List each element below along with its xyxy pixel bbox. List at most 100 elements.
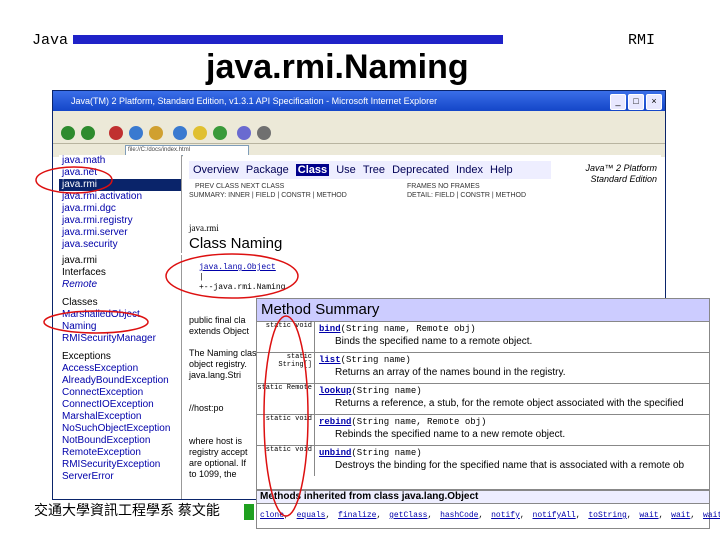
forward-icon[interactable] — [81, 126, 95, 140]
stop-icon[interactable] — [109, 126, 123, 140]
nav-use[interactable]: Use — [336, 164, 356, 176]
inherited-method-link[interactable]: hashCode — [440, 511, 478, 520]
package-item[interactable]: java.net — [59, 167, 181, 179]
nav-help[interactable]: Help — [490, 164, 513, 176]
nav-tree[interactable]: Tree — [363, 164, 385, 176]
home-icon[interactable] — [149, 126, 163, 140]
desc-line — [189, 425, 257, 436]
desc-line: java.lang.Stri — [189, 370, 242, 380]
frame-package-name: java.rmi — [62, 255, 98, 266]
inherited-method-link[interactable]: finalize — [338, 511, 376, 520]
desc-line — [189, 337, 257, 348]
exception-item[interactable]: MarshalException — [59, 411, 181, 423]
desc-line — [189, 381, 257, 392]
inherited-method-link[interactable]: notifyAll — [533, 511, 576, 520]
exception-item[interactable]: RemoteException — [59, 447, 181, 459]
exception-item[interactable]: NoSuchObjectException — [59, 423, 181, 435]
inherited-method-link[interactable]: getClass — [389, 511, 427, 520]
method-modifier: static void — [257, 446, 315, 476]
exception-item[interactable]: AccessException — [59, 363, 181, 375]
doc-class-title: Class Naming — [189, 235, 283, 252]
prev-next-links[interactable]: PREV CLASS NEXT CLASS — [195, 183, 284, 190]
nav-index[interactable]: Index — [456, 164, 483, 176]
method-params: (String name, Remote obj) — [340, 324, 476, 334]
hierarchy-root[interactable]: java.lang.Object — [199, 263, 285, 273]
package-item[interactable]: java.rmi.dgc — [59, 203, 181, 215]
close-button[interactable]: × — [646, 94, 662, 110]
package-item[interactable]: java.rmi.activation — [59, 191, 181, 203]
inherited-method-link[interactable]: equals — [297, 511, 326, 520]
back-icon[interactable] — [61, 126, 75, 140]
package-item[interactable]: java.math — [59, 155, 181, 167]
exception-item[interactable]: ConnectIOException — [59, 399, 181, 411]
desc-line: object registry. — [189, 359, 247, 369]
method-params: (String name) — [351, 386, 422, 396]
inherited-method-link[interactable]: clone — [260, 511, 284, 520]
desc-line: to 1099, the — [189, 469, 237, 479]
inherited-methods-list: clone, equals, finalize, getClass, hashC… — [256, 503, 720, 529]
method-description: Destroys the binding for the specified n… — [335, 460, 685, 471]
history-icon[interactable] — [213, 126, 227, 140]
exception-item[interactable]: NotBoundException — [59, 435, 181, 447]
exception-item[interactable]: RMISecurityException — [59, 459, 181, 471]
package-item[interactable]: java.security — [59, 239, 181, 251]
exception-item[interactable]: ServerError — [59, 471, 181, 483]
desc-line: extends Object — [189, 326, 250, 336]
inherited-method-link[interactable]: toString — [588, 511, 626, 520]
method-name-link[interactable]: unbind — [319, 448, 351, 458]
browser-toolbar — [53, 123, 665, 144]
method-name-link[interactable]: list — [319, 355, 341, 365]
inherited-method-link[interactable]: notify — [491, 511, 520, 520]
method-modifier: static Remote — [257, 384, 315, 414]
method-summary-heading: Method Summary — [261, 301, 380, 318]
print-icon[interactable] — [257, 126, 271, 140]
nav-deprecated[interactable]: Deprecated — [392, 164, 449, 176]
slide-right-label: RMI — [628, 32, 656, 49]
exception-item[interactable]: ConnectException — [59, 387, 181, 399]
class-hierarchy: java.lang.Object | +--java.rmi.Naming — [199, 263, 285, 293]
package-item[interactable]: java.rmi.server — [59, 227, 181, 239]
method-params: (String name) — [351, 448, 422, 458]
method-description: Binds the specified name to a remote obj… — [335, 336, 533, 347]
detail-links[interactable]: DETAIL: FIELD | CONSTR | METHOD — [407, 192, 526, 199]
class-description: public final cla extends Object The Nami… — [189, 315, 257, 480]
method-name-link[interactable]: lookup — [319, 386, 351, 396]
method-params: (String name, Remote obj) — [351, 417, 487, 427]
mail-icon[interactable] — [237, 126, 251, 140]
platform-label: Java™ 2 Platform Standard Edition — [585, 163, 657, 184]
frames-links[interactable]: FRAMES NO FRAMES — [407, 183, 480, 190]
interface-item[interactable]: Remote — [59, 279, 181, 291]
browser-titlebar: Java(TM) 2 Platform, Standard Edition, v… — [53, 91, 665, 111]
method-params: (String name) — [340, 355, 411, 365]
maximize-button[interactable]: □ — [628, 94, 644, 110]
class-item[interactable]: RMISecurityManager — [59, 333, 181, 345]
package-item-selected[interactable]: java.rmi — [59, 179, 181, 191]
inherited-methods-heading: Methods inherited from class java.lang.O… — [256, 490, 710, 504]
favorites-icon[interactable] — [193, 126, 207, 140]
inherited-method-link[interactable]: wait — [671, 511, 690, 520]
method-description: Returns an array of the names bound in t… — [335, 367, 566, 378]
menu-bar[interactable] — [53, 111, 665, 123]
desc-line — [189, 392, 257, 403]
method-name-link[interactable]: rebind — [319, 417, 351, 427]
nav-overview[interactable]: Overview — [193, 164, 239, 176]
exception-item[interactable]: AlreadyBoundException — [59, 375, 181, 387]
inherited-method-link[interactable]: wait — [639, 511, 658, 520]
inherited-title: Methods inherited from class java.lang.O… — [260, 491, 479, 502]
search-icon[interactable] — [173, 126, 187, 140]
nav-package[interactable]: Package — [246, 164, 289, 176]
summary-links[interactable]: SUMMARY: INNER | FIELD | CONSTR | METHOD — [189, 192, 347, 199]
method-name-link[interactable]: bind — [319, 324, 341, 334]
refresh-icon[interactable] — [129, 126, 143, 140]
desc-line: where host is — [189, 436, 243, 446]
minimize-button[interactable]: _ — [610, 94, 626, 110]
slide-left-label: Java — [32, 32, 69, 49]
method-summary-table: Method Summary static void bind(String n… — [256, 298, 710, 490]
class-item[interactable]: MarshalledObject — [59, 309, 181, 321]
method-description: Returns a reference, a stub, for the rem… — [335, 398, 684, 409]
inherited-method-link[interactable]: wait — [703, 511, 720, 520]
exceptions-heading: Exceptions — [62, 351, 111, 362]
class-item[interactable]: Naming — [59, 321, 181, 333]
package-item[interactable]: java.rmi.registry — [59, 215, 181, 227]
method-row: static String[] list(String name) Return… — [257, 352, 709, 383]
